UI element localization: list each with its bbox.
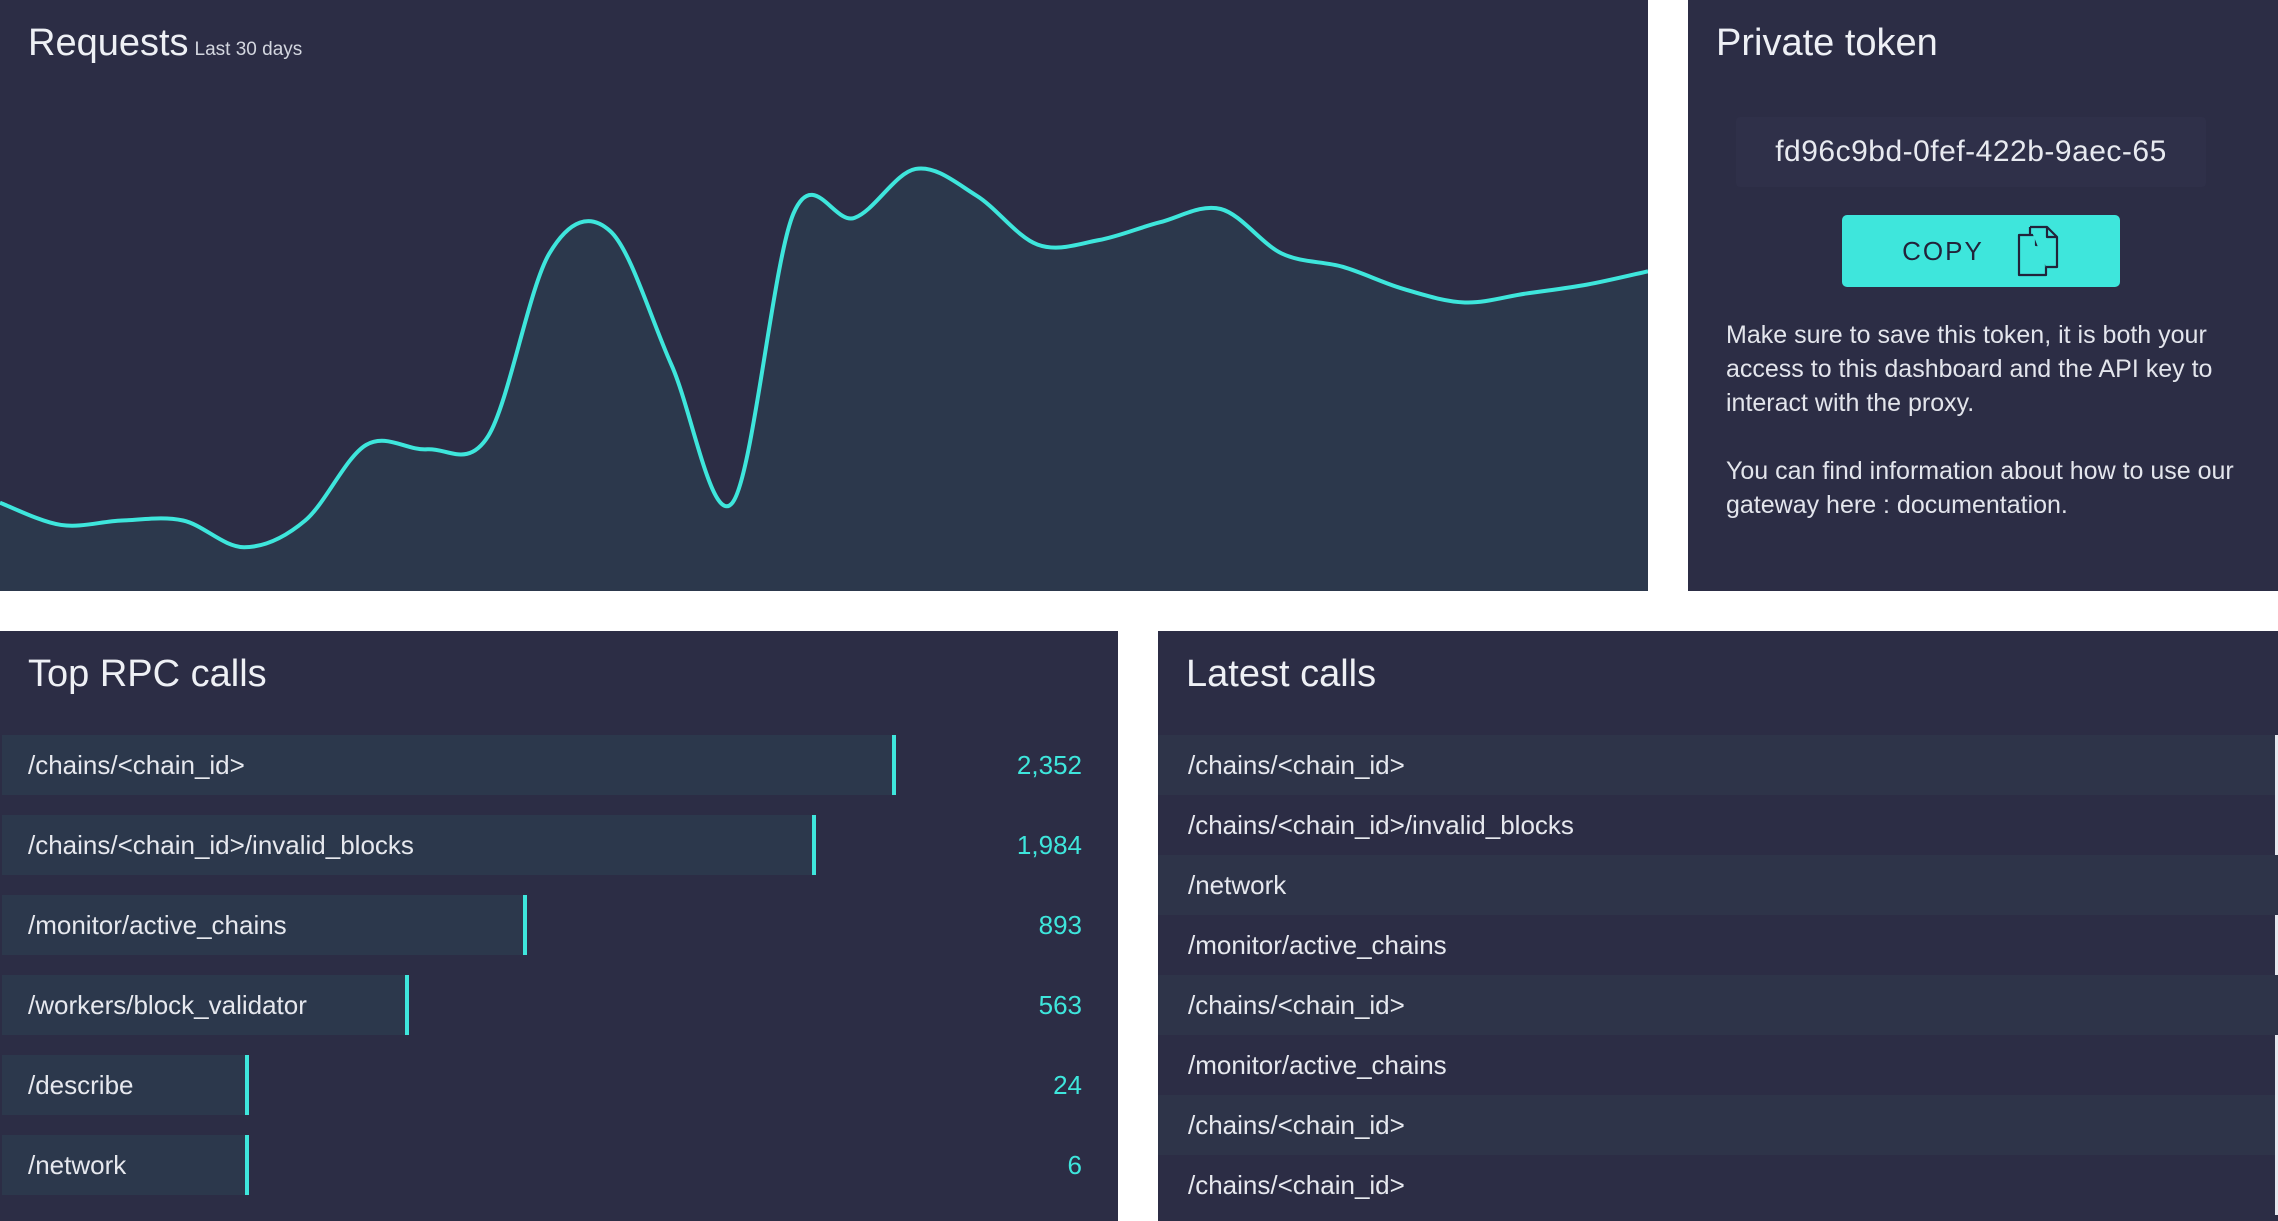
latest-call-label: /chains/<chain_id> [1188,990,1405,1020]
latest-call-label: /chains/<chain_id> [1188,1110,1405,1140]
copy-button-label: COPY [1902,235,1984,266]
latest-call-row[interactable]: /network [1158,855,2278,915]
rpc-count: 1,984 [1016,830,1082,860]
latest-call-label: /monitor/active_chains [1188,1050,1447,1080]
rpc-count: 2,352 [1016,750,1082,780]
top-rpc-title: Top RPC calls [28,653,267,695]
latest-calls-title: Latest calls [1186,653,1377,695]
latest-call-row[interactable]: /chains/<chain_id> [1158,735,2278,795]
requests-panel: Requests Last 30 days [0,0,1648,591]
rpc-count: 563 [1038,990,1082,1020]
latest-call-label: /chains/<chain_id> [1188,750,1405,780]
requests-area [0,168,1648,591]
rpc-row[interactable]: /describe 24 [2,1055,1118,1115]
latest-calls-panel: Latest calls /chains/<chain_id> /chains/<… [1158,631,2278,1221]
private-token-panel: Private token fd96c9bd-0fef-422b-9aec-65… [1688,0,2278,591]
rpc-row[interactable]: /monitor/active_chains 893 [2,895,1118,955]
token-note-docs: You can find information about how to us… [1726,457,2234,519]
latest-call-row[interactable]: /monitor/active_chains [1158,1035,2278,1095]
latest-call-row[interactable]: /chains/<chain_id> [1158,1155,2278,1215]
token-instructions: Make sure to save this token, it is both… [1726,318,2246,556]
rpc-label: /workers/block_validator [28,990,307,1020]
latest-call-row[interactable]: /chains/<chain_id>/invalid_blocks [1158,795,2278,855]
rpc-row[interactable]: /chains/<chain_id>/invalid_blocks 1,984 [2,815,1118,875]
rpc-count: 893 [1038,910,1082,940]
requests-chart [0,166,1648,591]
rpc-label: /chains/<chain_id> [28,750,245,780]
latest-call-label: /network [1188,870,1287,900]
latest-call-label: /chains/<chain_id>/invalid_blocks [1188,810,1574,840]
private-token-title: Private token [1716,22,1938,64]
requests-title: Requests Last 30 days [28,22,302,65]
rpc-label: /describe [28,1070,134,1100]
token-note-save: Make sure to save this token, it is both… [1726,321,2213,417]
top-rpc-calls-panel: Top RPC calls /chains/<chain_id> 2,352/ch… [0,631,1118,1221]
copy-button[interactable]: COPY [1842,215,2120,287]
copy-icon [2017,225,2058,277]
rpc-row[interactable]: /chains/<chain_id> 2,352 [2,735,1118,795]
token-value[interactable]: fd96c9bd-0fef-422b-9aec-65 [1736,117,2206,187]
latest-call-row[interactable]: /chains/<chain_id> [1158,1095,2278,1155]
rpc-label: /network [28,1150,127,1180]
requests-subtitle: Last 30 days [194,39,303,60]
rpc-count: 24 [1053,1070,1082,1100]
rpc-row[interactable]: /network 6 [2,1135,1118,1195]
latest-call-row[interactable]: /chains/<chain_id> [1158,975,2278,1035]
requests-title-text: Requests [28,22,189,64]
latest-call-label: /chains/<chain_id> [1188,1170,1405,1200]
latest-call-label: /monitor/active_chains [1188,930,1447,960]
latest-call-row[interactable]: /monitor/active_chains [1158,915,2278,975]
rpc-row[interactable]: /workers/block_validator 563 [2,975,1118,1035]
rpc-label: /monitor/active_chains [28,910,287,940]
rpc-label: /chains/<chain_id>/invalid_blocks [28,830,414,860]
rpc-count: 6 [1067,1150,1082,1180]
